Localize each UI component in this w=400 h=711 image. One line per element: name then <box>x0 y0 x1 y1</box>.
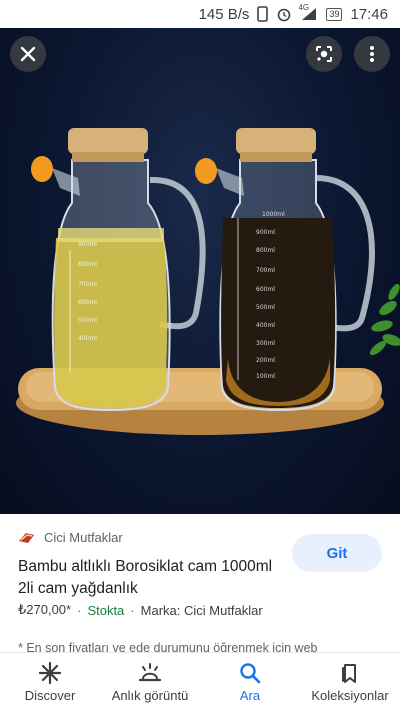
price: ₺270,00* <box>18 602 72 617</box>
product-meta: ₺270,00* · Stokta · Marka: Cici Mutfakla… <box>18 602 263 618</box>
scale-mark: 100ml <box>256 373 275 380</box>
scale-mark: 700ml <box>78 281 97 288</box>
source-name: Cici Mutfaklar <box>44 530 123 545</box>
network-type: 4G <box>298 3 310 12</box>
stock-status: Stokta <box>87 602 125 618</box>
scale-mark: 500ml <box>256 304 275 311</box>
signal-icon: 4G <box>298 3 318 21</box>
result-info-panel: Cici Mutfaklar Git Bambu altlıklı Borosi… <box>0 514 400 654</box>
network-speed: 145 B/s <box>198 5 250 23</box>
google-lens-icon <box>316 46 332 62</box>
plant-leaves <box>369 283 400 356</box>
discover-icon <box>39 661 61 684</box>
scale-mark: 800ml <box>78 261 97 268</box>
visit-button[interactable]: Git <box>292 534 382 572</box>
close-icon <box>20 46 36 62</box>
scale-mark: 900ml <box>78 241 97 248</box>
scale-mark: 800ml <box>256 247 275 254</box>
bottom-navigation: Discover Anlık görüntü Ara Koleksiyonlar <box>0 652 400 711</box>
nav-search[interactable]: Ara <box>200 653 300 711</box>
nav-label: Discover <box>24 687 76 703</box>
right-bottle: 1000ml 900ml 800ml 700ml 600ml 500ml 400… <box>195 128 375 412</box>
bamboo-lid <box>236 128 316 154</box>
image-viewer[interactable]: 900ml 800ml 700ml 600ml 500ml 400ml 1000… <box>0 28 400 514</box>
more-vert-icon <box>370 46 374 62</box>
collections-icon <box>342 663 356 683</box>
brand: Marka: Cici Mutfaklar <box>140 602 263 618</box>
source-row[interactable]: Cici Mutfaklar <box>18 530 123 545</box>
scale-mark: 500ml <box>78 317 97 324</box>
snapshot-icon <box>138 662 162 681</box>
close-button[interactable] <box>10 36 46 72</box>
product-title[interactable]: Bambu altlıklı Borosiklat cam 1000ml 2li… <box>18 556 288 600</box>
separator-dot: · <box>77 602 82 618</box>
scale-mark: 1000ml <box>262 211 285 218</box>
scale-mark: 400ml <box>256 322 275 329</box>
nav-collections[interactable]: Koleksiyonlar <box>300 653 400 711</box>
separator-dot: · <box>130 602 135 618</box>
scale-mark: 300ml <box>256 340 275 347</box>
nav-discover[interactable]: Discover <box>0 653 100 711</box>
more-options-button[interactable] <box>354 36 390 72</box>
battery-icon: 39 <box>326 7 343 21</box>
scale-mark: 600ml <box>256 286 275 293</box>
nav-snapshot[interactable]: Anlık görüntü <box>100 653 200 711</box>
scale-mark: 900ml <box>256 229 275 236</box>
nav-label: Ara <box>239 687 261 703</box>
scale-mark: 600ml <box>78 299 97 306</box>
scale-mark: 400ml <box>78 335 97 342</box>
scale-mark: 700ml <box>256 267 275 274</box>
lens-button[interactable] <box>306 36 342 72</box>
orange-spout-cap <box>195 158 217 184</box>
alarm-icon <box>276 6 292 22</box>
scale-mark: 200ml <box>256 357 275 364</box>
status-bar: 145 B/s 4G 39 17:46 <box>0 0 400 28</box>
nav-label: Koleksiyonlar <box>311 687 389 703</box>
phone-icon <box>257 6 269 22</box>
orange-spout-cap <box>31 156 53 182</box>
site-favicon-icon <box>19 532 34 543</box>
clock: 17:46 <box>350 5 388 23</box>
search-icon <box>240 662 261 683</box>
nav-label: Anlık görüntü <box>111 687 189 703</box>
bamboo-lid <box>68 128 148 154</box>
left-bottle: 900ml 800ml 700ml 600ml 500ml 400ml <box>31 128 206 412</box>
product-image: 900ml 800ml 700ml 600ml 500ml 400ml 1000… <box>16 128 400 435</box>
